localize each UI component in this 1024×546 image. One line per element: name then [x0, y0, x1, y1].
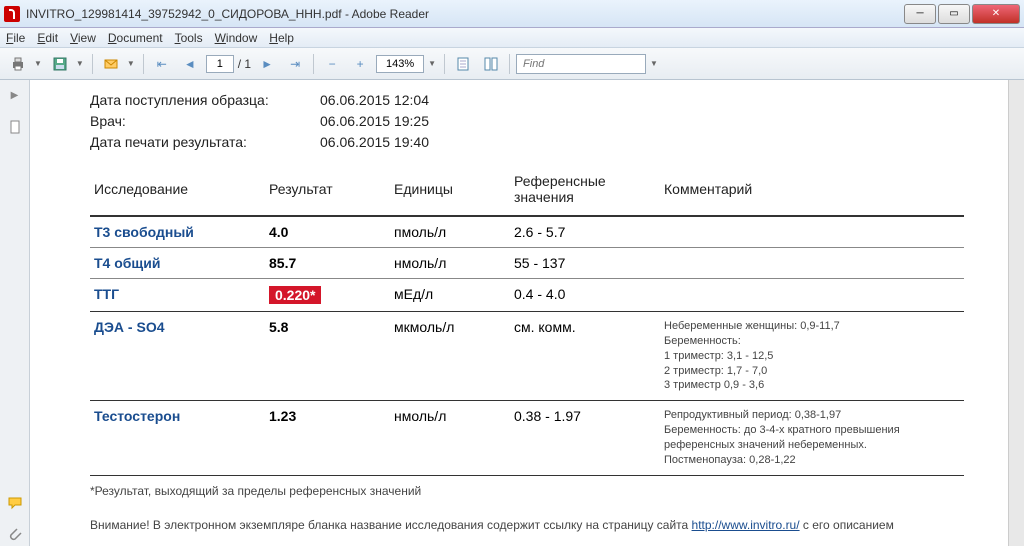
menu-tools[interactable]: Tools — [175, 31, 203, 45]
print-dropdown-icon[interactable]: ▼ — [32, 59, 44, 68]
notice-pre: Внимание! В электронном экземпляре бланк… — [90, 518, 692, 532]
notice-post: с его описанием — [800, 518, 894, 532]
nav-comments-button[interactable] — [4, 492, 26, 514]
col-ref: Референсные значения — [510, 167, 660, 216]
units-value: мкмоль/л — [390, 312, 510, 401]
notice: Внимание! В электронном экземпляре бланк… — [90, 518, 964, 532]
document-area: Дата поступления образца: 06.06.2015 12:… — [30, 80, 1024, 546]
result-value: 4.0 — [269, 224, 288, 240]
col-result: Результат — [265, 167, 390, 216]
nav-pages-button[interactable] — [4, 116, 26, 138]
table-row: Т4 общий 85.7 нмоль/л55 - 137 — [90, 248, 964, 279]
page-next-button[interactable]: ► — [255, 52, 279, 76]
comment-value: Небеременные женщины: 0,9-11,7 Беременно… — [660, 312, 964, 401]
print-button[interactable] — [6, 52, 30, 76]
print-date-value: 06.06.2015 19:40 — [320, 132, 429, 153]
page-number-input[interactable] — [206, 55, 234, 73]
units-value: нмоль/л — [390, 248, 510, 279]
nav-expand-button[interactable]: ▶ — [4, 84, 26, 106]
result-alert: 0.220* — [269, 286, 321, 304]
result-value: 1.23 — [269, 408, 296, 424]
fit-page-button[interactable] — [451, 52, 475, 76]
comment-value: Репродуктивный период: 0,38-1,97 Беремен… — [660, 401, 964, 475]
window-title: INVITRO_129981414_39752942_0_СИДОРОВА_НН… — [26, 7, 902, 21]
adobe-reader-icon — [4, 6, 20, 22]
email-button[interactable] — [99, 52, 123, 76]
menu-help[interactable]: Help — [269, 31, 294, 45]
menu-document[interactable]: Document — [108, 31, 163, 45]
page-prev-button[interactable]: ◄ — [178, 52, 202, 76]
result-value: 85.7 — [269, 255, 296, 271]
result-value: 5.8 — [269, 319, 288, 335]
table-row: Т3 свободный 4.0 пмоль/л2.6 - 5.7 — [90, 216, 964, 248]
sample-date-value: 06.06.2015 12:04 — [320, 90, 429, 111]
notice-link[interactable]: http://www.invitro.ru/ — [692, 518, 800, 532]
doctor-value: 06.06.2015 19:25 — [320, 111, 429, 132]
minimize-button[interactable]: ─ — [904, 4, 936, 24]
table-row: Тестостерон 1.23 нмоль/л0.38 - 1.97Репроду… — [90, 401, 964, 475]
menu-view[interactable]: View — [70, 31, 96, 45]
test-link[interactable]: Т4 общий — [94, 255, 160, 271]
menu-edit[interactable]: Edit — [37, 31, 58, 45]
menubar: File Edit View Document Tools Window Hel… — [0, 28, 1024, 48]
test-link[interactable]: Тестостерон — [94, 408, 180, 424]
comment-value — [660, 248, 964, 279]
page-last-button[interactable]: ⇥ — [283, 52, 307, 76]
comment-value — [660, 216, 964, 248]
ref-value: 0.4 - 4.0 — [510, 279, 660, 312]
toolbar: ▼ ▼ ▼ ⇤ ◄ / 1 ► ⇥ − + ▼ ▼ — [0, 48, 1024, 80]
col-test: Исследование — [90, 167, 265, 216]
test-link[interactable]: ТТГ — [94, 286, 119, 302]
save-dropdown-icon[interactable]: ▼ — [74, 59, 86, 68]
ref-value: 2.6 - 5.7 — [510, 216, 660, 248]
footnote: *Результат, выходящий за пределы референ… — [90, 484, 964, 498]
ref-value: 55 - 137 — [510, 248, 660, 279]
zoom-input[interactable] — [376, 55, 424, 73]
print-date-label: Дата печати результата: — [90, 132, 320, 153]
ref-value: 0.38 - 1.97 — [510, 401, 660, 475]
page-first-button[interactable]: ⇤ — [150, 52, 174, 76]
table-row: ТТГ 0.220* мЕд/л0.4 - 4.0 — [90, 279, 964, 312]
table-row: ДЭА - SO4 5.8 мкмоль/лсм. комм.Небеременны… — [90, 312, 964, 401]
find-dropdown-icon[interactable]: ▼ — [648, 59, 660, 68]
zoom-out-button[interactable]: − — [320, 52, 344, 76]
test-link[interactable]: Т3 свободный — [94, 224, 194, 240]
col-comment: Комментарий — [660, 167, 964, 216]
nav-attachments-button[interactable] — [4, 524, 26, 546]
units-value: нмоль/л — [390, 401, 510, 475]
pdf-page: Дата поступления образца: 06.06.2015 12:… — [30, 80, 1024, 546]
results-table: Исследование Результат Единицы Референсн… — [90, 167, 964, 476]
save-button[interactable] — [48, 52, 72, 76]
sample-date-label: Дата поступления образца: — [90, 90, 320, 111]
vertical-scrollbar[interactable] — [1008, 80, 1024, 546]
find-input[interactable] — [516, 54, 646, 74]
zoom-in-button[interactable]: + — [348, 52, 372, 76]
titlebar: INVITRO_129981414_39752942_0_СИДОРОВА_НН… — [0, 0, 1024, 28]
units-value: мЕд/л — [390, 279, 510, 312]
navigation-pane: ▶ — [0, 80, 30, 546]
maximize-button[interactable]: ▭ — [938, 4, 970, 24]
doctor-label: Врач: — [90, 111, 320, 132]
test-link[interactable]: ДЭА - SO4 — [94, 319, 165, 335]
menu-file[interactable]: File — [6, 31, 25, 45]
comment-value — [660, 279, 964, 312]
page-total-label: / 1 — [238, 57, 251, 71]
email-dropdown-icon[interactable]: ▼ — [125, 59, 137, 68]
units-value: пмоль/л — [390, 216, 510, 248]
zoom-dropdown-icon[interactable]: ▼ — [426, 59, 438, 68]
close-button[interactable]: ✕ — [972, 4, 1020, 24]
col-units: Единицы — [390, 167, 510, 216]
menu-window[interactable]: Window — [215, 31, 258, 45]
fit-width-button[interactable] — [479, 52, 503, 76]
ref-value: см. комм. — [510, 312, 660, 401]
